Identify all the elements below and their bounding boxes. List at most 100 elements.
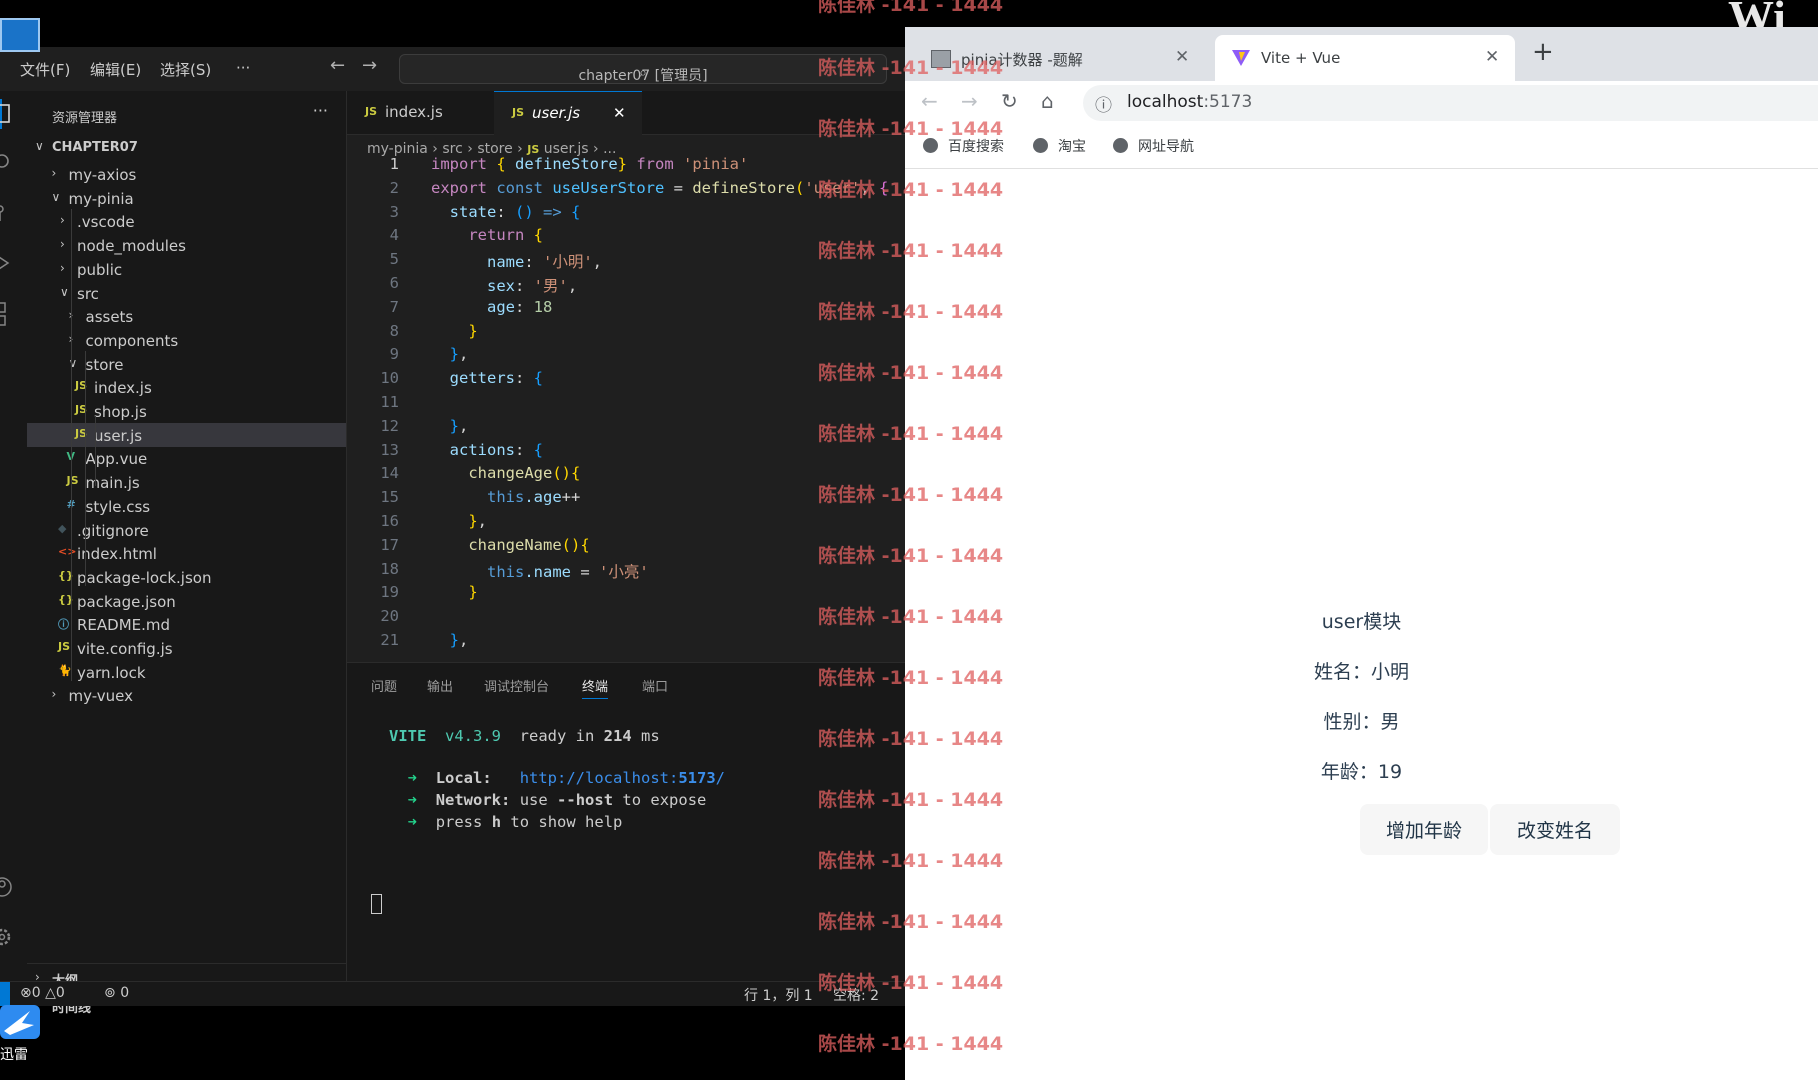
watermark-text: 陈佳林 -141 - 1444 bbox=[818, 484, 1004, 506]
code-text: } bbox=[431, 583, 478, 602]
tab-label: index.js bbox=[385, 103, 443, 121]
tab-user-js[interactable]: JS user.js ✕ bbox=[494, 91, 642, 135]
menu-file[interactable]: 文件(F) bbox=[20, 59, 70, 80]
watermark-text: 陈佳林 -141 - 1444 bbox=[818, 1033, 1004, 1055]
tree-file[interactable]: <> index.html bbox=[27, 541, 346, 565]
back-icon[interactable]: ← bbox=[921, 89, 938, 113]
line-number: 17 bbox=[380, 535, 399, 554]
tree-item-label: index.html bbox=[77, 545, 157, 564]
thunder-label[interactable]: 迅雷 bbox=[0, 1044, 28, 1064]
tree-file[interactable]: 🐈 yarn.lock bbox=[27, 660, 346, 684]
tree-folder[interactable]: › .vscode bbox=[27, 209, 346, 233]
search-icon[interactable] bbox=[0, 153, 12, 171]
tree-file[interactable]: {} package-lock.json bbox=[27, 565, 346, 589]
line-number: 14 bbox=[380, 464, 399, 483]
forward-icon[interactable]: → bbox=[961, 89, 978, 113]
close-tab-icon[interactable]: ✕ bbox=[613, 104, 626, 122]
terminal-cursor[interactable] bbox=[371, 894, 382, 914]
menu-selection[interactable]: 选择(S) bbox=[160, 59, 211, 80]
tree-folder[interactable]: › node_modules bbox=[27, 233, 346, 257]
code-text: name: '小明', bbox=[431, 253, 603, 272]
tree-folder[interactable]: ∨ my-pinia bbox=[27, 186, 346, 210]
line-number: 10 bbox=[380, 369, 399, 388]
panel-tab-debug-console[interactable]: 调试控制台 bbox=[484, 676, 549, 695]
cursor-position[interactable]: 行 1，列 1 bbox=[744, 985, 813, 1005]
browser-tab-vite-vue[interactable]: Vite + Vue ✕ bbox=[1215, 35, 1515, 81]
problems-status[interactable]: ⊗0 △0 bbox=[20, 985, 65, 1001]
tree-file[interactable]: #style.css bbox=[27, 494, 346, 518]
tree-file[interactable]: ◆ .gitignore bbox=[27, 518, 346, 542]
tree-item-label: src bbox=[77, 284, 99, 303]
info-icon[interactable]: ⓘ bbox=[1095, 91, 1112, 116]
tree-file[interactable]: JS main.js bbox=[27, 470, 346, 494]
nav-back-icon[interactable]: ← bbox=[330, 55, 345, 76]
address-bar[interactable]: ⓘ localhost:5173 bbox=[1083, 85, 1818, 121]
panel-tab-terminal[interactable]: 终端 bbox=[582, 676, 609, 699]
nav-forward-icon[interactable]: → bbox=[362, 55, 377, 76]
line-number: 16 bbox=[380, 512, 399, 530]
tree-folder[interactable]: ›assets bbox=[27, 304, 346, 328]
bookmark-taobao[interactable]: 淘宝 bbox=[1033, 136, 1086, 156]
vscode-titlebar: 文件(F) 编辑(E) 选择(S) ··· ← → ⌕ chapter07 [管… bbox=[0, 47, 905, 92]
new-tab-button[interactable]: + bbox=[1532, 37, 1554, 67]
code-text: }, bbox=[431, 416, 469, 435]
tree-folder[interactable]: › public bbox=[27, 257, 346, 281]
tree-item-label: main.js bbox=[85, 474, 140, 493]
globe-icon bbox=[1033, 138, 1048, 153]
panel-tab-output[interactable]: 输出 bbox=[427, 676, 453, 695]
thunder-icon[interactable] bbox=[0, 1005, 40, 1039]
source-control-icon[interactable] bbox=[0, 203, 12, 223]
more-actions-icon[interactable]: ··· bbox=[313, 101, 328, 120]
panel-tab-problems[interactable]: 问题 bbox=[371, 676, 397, 695]
globe-icon bbox=[1113, 138, 1128, 153]
root-folder-label: CHAPTER07 bbox=[52, 140, 138, 155]
browser-window: pinia计数器 -题解 ✕ Vite + Vue ✕ + ← → ↻ ⌂ ⓘ … bbox=[905, 27, 1818, 1080]
tree-item-label: README.md bbox=[77, 616, 171, 635]
run-debug-icon[interactable] bbox=[0, 253, 12, 273]
tree-file[interactable]: VApp.vue bbox=[27, 446, 346, 470]
settings-gear-icon[interactable] bbox=[0, 926, 14, 948]
tree-folder[interactable]: ∨ src bbox=[27, 281, 346, 305]
panel-tab-ports[interactable]: 端口 bbox=[642, 676, 668, 695]
tree-item-label: vite.config.js bbox=[77, 640, 173, 658]
ports-status[interactable]: ⊚ 0 bbox=[104, 985, 129, 1001]
code-line: 11 bbox=[347, 393, 905, 417]
account-icon[interactable] bbox=[0, 876, 14, 898]
extensions-icon[interactable] bbox=[0, 301, 12, 331]
tab-index-js[interactable]: JS index.js bbox=[347, 91, 494, 134]
tree-folder[interactable]: ›components bbox=[27, 328, 346, 352]
remote-indicator[interactable] bbox=[0, 982, 10, 1006]
watermark-text: 陈佳林 -141 - 1444 bbox=[818, 728, 1004, 750]
tree-folder[interactable]: ∨ store bbox=[27, 352, 346, 376]
close-tab-icon[interactable]: ✕ bbox=[1175, 47, 1189, 67]
menu-edit[interactable]: 编辑(E) bbox=[90, 59, 141, 80]
warning-icon: △ bbox=[45, 985, 56, 1001]
close-tab-icon[interactable]: ✕ bbox=[1485, 47, 1499, 67]
watermark-text: 陈佳林 -141 - 1444 bbox=[818, 850, 1004, 872]
change-name-button[interactable]: 改变姓名 bbox=[1490, 804, 1620, 855]
command-center[interactable]: ⌕ chapter07 [管理员] bbox=[399, 54, 887, 84]
reload-icon[interactable]: ↻ bbox=[1001, 89, 1018, 113]
increase-age-button[interactable]: 增加年龄 bbox=[1360, 804, 1488, 855]
menu-more[interactable]: ··· bbox=[236, 59, 250, 77]
bookmark-nav[interactable]: 网址导航 bbox=[1113, 136, 1194, 156]
watermark-text: 陈佳林 -141 - 1444 bbox=[818, 57, 1004, 79]
tree-folder[interactable]: › my-vuex bbox=[27, 683, 346, 707]
tree-file[interactable]: JS index.js bbox=[27, 375, 346, 399]
tree-file[interactable]: JS vite.config.js bbox=[27, 636, 346, 660]
chevron-right-icon: › bbox=[60, 260, 65, 275]
home-icon[interactable]: ⌂ bbox=[1041, 89, 1054, 113]
tree-item-label: store bbox=[85, 355, 124, 374]
tree-file[interactable]: {} package.json bbox=[27, 589, 346, 613]
explorer-icon[interactable] bbox=[0, 103, 12, 125]
yarn-file-icon: 🐈 bbox=[58, 663, 72, 677]
tree-file[interactable]: ⓘ README.md bbox=[27, 612, 346, 636]
root-folder[interactable]: ∨ CHAPTER07 bbox=[27, 135, 346, 162]
tree-folder[interactable]: › my-axios bbox=[27, 162, 346, 186]
tree-item-label: node_modules bbox=[77, 237, 186, 256]
tree-file[interactable]: JS user.js bbox=[27, 422, 346, 447]
bookmarks-bar: 百度搜索 淘宝 网址导航 bbox=[905, 125, 1818, 169]
code-text: sex: '男', bbox=[431, 277, 578, 295]
desktop-window-icon[interactable] bbox=[0, 18, 40, 52]
tree-file[interactable]: JS shop.js bbox=[27, 399, 346, 423]
